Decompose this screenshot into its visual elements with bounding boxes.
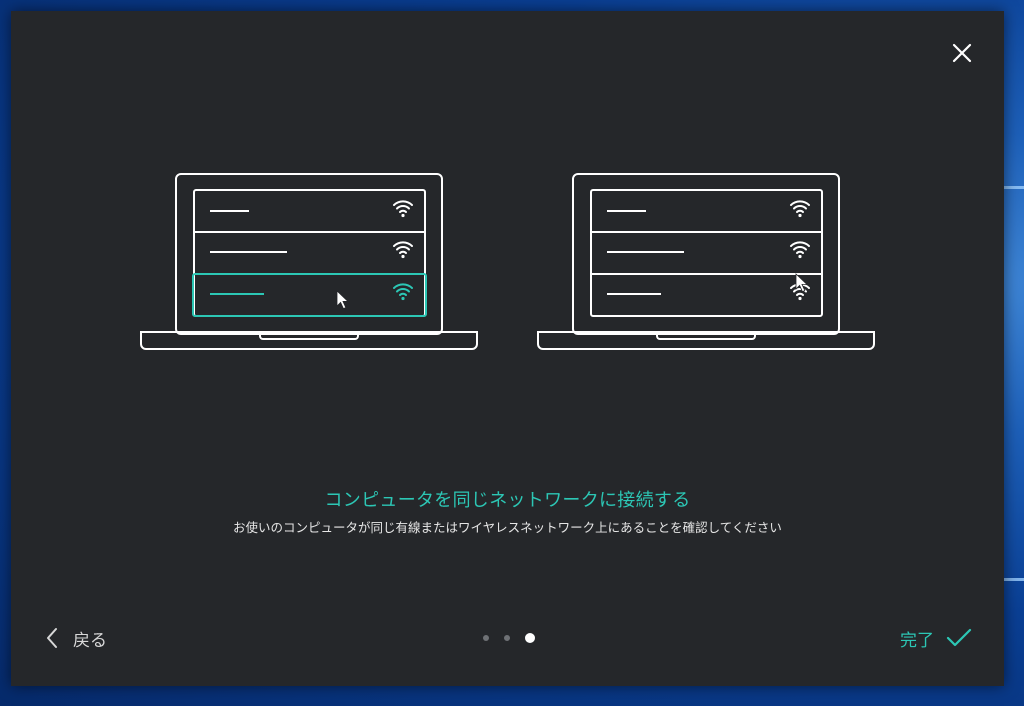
step-description: お使いのコンピュータが同じ有線またはワイヤレスネットワーク上にあることを確認して… <box>233 520 782 535</box>
network-row-2 <box>210 241 413 260</box>
back-button[interactable]: 戻る <box>45 625 107 651</box>
done-button-label: 完了 <box>900 630 934 651</box>
wifi-icon <box>790 200 810 219</box>
wifi-icon <box>393 241 413 260</box>
page-dot-1[interactable] <box>483 635 489 641</box>
wifi-icon <box>393 200 413 219</box>
step-title: コンピュータを同じネットワークに接続する <box>324 490 691 511</box>
done-button[interactable]: 完了 <box>900 625 972 651</box>
page-dot-2[interactable] <box>504 635 510 641</box>
network-row-3 <box>607 273 810 302</box>
network-illustration <box>140 173 875 350</box>
network-row-2 <box>607 241 810 260</box>
wifi-icon <box>393 283 413 302</box>
network-row-3-selected <box>192 273 427 317</box>
network-row-1 <box>607 200 810 219</box>
page-indicator <box>483 633 535 643</box>
wifi-icon <box>790 241 810 260</box>
chevron-left-icon <box>47 628 57 648</box>
checkmark-icon <box>946 628 972 647</box>
network-setup-dialog: コンピュータを同じネットワークに接続する お使いのコンピュータが同じ有線またはワ… <box>11 11 1004 686</box>
mouse-pointer-icon <box>336 290 349 310</box>
page-dot-3-active[interactable] <box>525 633 535 643</box>
laptop-right <box>537 173 875 350</box>
network-row-1 <box>210 200 413 219</box>
laptop-left <box>140 173 478 350</box>
back-button-label: 戻る <box>73 630 107 651</box>
